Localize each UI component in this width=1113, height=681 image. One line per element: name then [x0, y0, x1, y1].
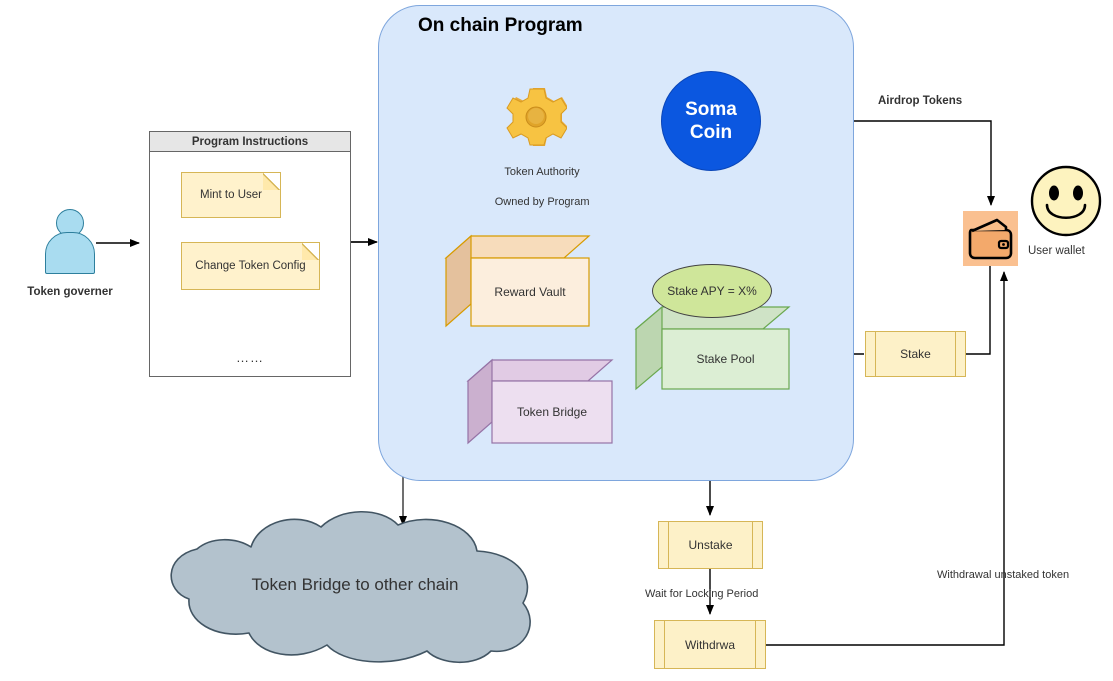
edge-label-withdrawal-unstaked-token: Withdrawal unstaked token	[937, 569, 1070, 581]
soma-coin-node[interactable]: Soma Coin	[661, 71, 761, 171]
user-wallet-label: User wallet	[1028, 245, 1085, 257]
unstake-process-node[interactable]: Unstake	[658, 521, 763, 569]
process-right-bar	[755, 621, 756, 668]
edge-wallet-to-stake	[966, 266, 991, 355]
note-fold-corner-icon	[263, 172, 281, 190]
token-authority-label-line1: Token Authority	[504, 166, 580, 178]
instruction-note-label: Mint to User	[200, 189, 262, 201]
withdraw-process-label: Withdrwa	[684, 637, 735, 652]
token-authority-label: Token Authority Owned by Program	[470, 150, 602, 208]
soma-coin-line2: Coin	[689, 122, 733, 143]
stake-process-label: Stake	[900, 347, 931, 361]
gear-icon	[505, 84, 568, 146]
stake-apy-label: Stake APY = X%	[667, 284, 757, 298]
unstake-process-label: Unstake	[688, 538, 733, 552]
edge-label-airdrop: Airdrop Tokens	[878, 95, 963, 107]
token-bridge-node[interactable]: Token Bridge	[466, 358, 614, 445]
diagram-canvas: On chain Program Token governer Program …	[0, 0, 1113, 681]
instruction-note-change-token-config[interactable]: Change Token Config	[181, 242, 320, 290]
edge-label-wait-locking-period: Wait for Locking Period	[645, 588, 759, 600]
reward-vault-node[interactable]: Reward Vault	[444, 234, 591, 328]
smiley-face-icon	[1030, 165, 1102, 237]
token-authority-label-line2: Owned by Program	[494, 196, 590, 208]
withdraw-process-node[interactable]: Withdrwa	[654, 620, 766, 669]
stake-apy-node[interactable]: Stake APY = X%	[652, 264, 772, 318]
stake-pool-label: Stake Pool	[696, 352, 755, 366]
token-bridge-label: Token Bridge	[516, 405, 588, 419]
process-left-bar	[664, 621, 665, 668]
process-left-bar	[668, 522, 669, 568]
cloud-label: Token Bridge to other chain	[251, 575, 459, 594]
process-left-bar	[875, 332, 876, 376]
instruction-note-mint-to-user[interactable]: Mint to User	[181, 172, 281, 218]
process-right-bar	[955, 332, 956, 376]
token-governer-label: Token governer	[27, 286, 113, 298]
program-instructions-header: Program Instructions	[149, 131, 351, 152]
soma-coin-line1: Soma	[685, 99, 737, 120]
instruction-ellipsis: ……	[236, 349, 264, 365]
onchain-program-title: On chain Program	[418, 15, 583, 36]
stake-process-node[interactable]: Stake	[865, 331, 966, 377]
reward-vault-label: Reward Vault	[494, 285, 566, 299]
instruction-note-label: Change Token Config	[195, 260, 306, 272]
token-governer-avatar-body	[45, 232, 95, 274]
note-fold-corner-icon	[302, 242, 320, 260]
stake-pool-node[interactable]: Stake Pool	[634, 305, 791, 391]
wallet-icon[interactable]	[963, 211, 1018, 266]
process-right-bar	[752, 522, 753, 568]
